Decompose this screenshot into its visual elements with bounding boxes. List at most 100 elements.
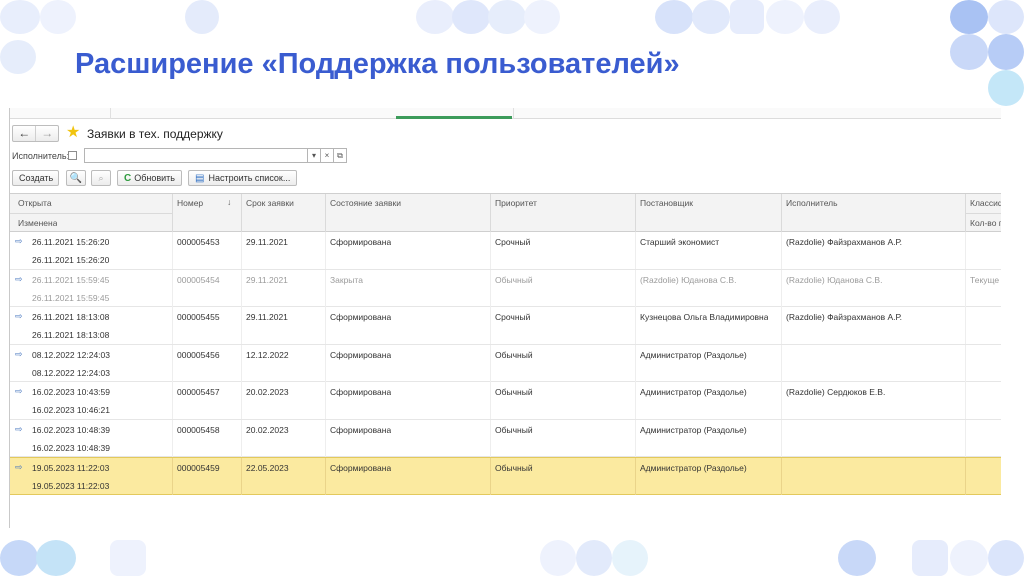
column-separator[interactable] [241,194,242,232]
cell-separator [490,307,491,344]
executor-filter-checkbox[interactable] [68,151,77,160]
header-state[interactable]: Состояние заявки [330,198,401,208]
refresh-label: Обновить [134,173,175,183]
cell-priority: Обычный [495,274,533,285]
cell-state: Сформирована [330,312,392,322]
table-row[interactable]: ⇨ 16.02.2023 10:48:39 16.02.2023 10:48:39 0… [10,419,1001,457]
table-row[interactable]: ⇨ 26.11.2021 18:13:08 26.11.2021 18:13:08 0… [10,307,1001,345]
cell-priority: Обычный [495,387,533,397]
cell-separator [241,307,242,344]
cell-separator [241,458,242,495]
cell-separator [965,419,966,457]
request-status-icon: ⇨ [15,236,23,246]
cell-separator [241,344,242,382]
cell-due: 12.12.2022 [246,349,289,360]
decor-circle [950,0,988,34]
column-separator[interactable] [635,194,636,232]
cell-separator [172,232,173,269]
header-number[interactable]: Номер [177,198,203,208]
executor-filter-input[interactable] [84,148,308,163]
header-classification[interactable]: Классиф [970,198,1001,208]
cell-separator [781,458,782,495]
cell-separator [172,344,173,382]
cell-separator [635,269,636,307]
column-separator[interactable] [172,194,173,232]
header-changed[interactable]: Изменена [18,218,57,228]
decor-circle [0,40,36,74]
cell-separator [241,269,242,307]
decor-circle [950,540,988,576]
cell-author: Старший экономист [640,237,720,247]
cell-author: (Razdolie) Юданова С.В. [640,274,737,285]
cell-changed: 08.12.2022 12:24:03 [32,367,110,378]
decor-circle [0,0,40,34]
table-row[interactable]: ⇨ 19.05.2023 11:22:03 19.05.2023 11:22:03 0… [10,457,1001,495]
cell-priority: Срочный [495,312,531,322]
request-status-icon: ⇨ [15,273,23,284]
search-glyph: 🔍 [69,173,83,184]
dropdown-icon[interactable]: ▾ [308,148,321,163]
table-row[interactable]: ⇨ 16.02.2023 10:43:59 16.02.2023 10:46:21 0… [10,382,1001,420]
request-status-icon: ⇨ [15,311,23,321]
table-row[interactable]: ⇨ 26.11.2021 15:59:45 26.11.2021 15:59:45 0… [10,269,1001,307]
refresh-button[interactable]: C Обновить [117,170,182,186]
search-icon[interactable]: 🔍 [66,170,86,186]
cell-separator [781,307,782,344]
cell-author: Администратор (Раздолье) [640,463,747,473]
clear-icon[interactable]: × [321,148,334,163]
cell-separator [325,232,326,269]
cell-separator [965,344,966,382]
cell-separator [490,382,491,419]
cell-separator [965,382,966,419]
decor-circle [540,540,576,576]
cell-separator [635,232,636,269]
header-author[interactable]: Постановщик [640,198,693,208]
forward-arrow-icon[interactable]: → [35,126,58,141]
cell-state: Сформирована [330,424,392,435]
header-count[interactable]: Кол-во п [970,218,1001,228]
column-separator[interactable] [490,194,491,232]
cell-changed: 16.02.2023 10:48:39 [32,442,110,453]
cell-author: Администратор (Раздолье) [640,349,747,360]
header-priority[interactable]: Приоритет [495,198,537,208]
configure-list-label: Настроить список... [208,173,291,183]
cell-due: 22.05.2023 [246,463,289,473]
executor-filter: Исполнитель: ▾ × ⧉ [10,148,410,164]
cell-separator [635,307,636,344]
tab-separator [110,108,111,119]
header-executor[interactable]: Исполнитель [786,198,838,208]
cell-separator [965,269,966,307]
back-arrow-icon[interactable]: ← [13,126,35,141]
favorite-star-icon[interactable]: ★ [66,124,80,142]
column-separator[interactable] [325,194,326,232]
cell-state: Сформирована [330,387,392,397]
cell-separator [635,344,636,382]
cell-number: 000005453 [177,237,220,247]
decor-circle [766,0,804,34]
table-row[interactable]: ⇨ 26.11.2021 15:26:20 26.11.2021 15:26:20 0… [10,232,1001,270]
decor-circle [36,540,76,576]
open-icon[interactable]: ⧉ [334,148,347,163]
table-row[interactable]: ⇨ 08.12.2022 12:24:03 08.12.2022 12:24:03 0… [10,344,1001,382]
cancel-search-icon[interactable]: ⌕ [91,170,111,186]
cell-number: 000005456 [177,349,220,360]
cell-separator [172,307,173,344]
cell-executor: (Razdolie) Юданова С.В. [786,274,883,285]
cell-priority: Обычный [495,424,533,435]
cell-number: 000005458 [177,424,220,435]
decor-circle [692,0,730,34]
header-due[interactable]: Срок заявки [246,198,294,208]
configure-list-button[interactable]: ▤ Настроить список... [188,170,298,186]
cell-due: 20.02.2023 [246,387,289,397]
header-opened[interactable]: Открыта [18,198,52,208]
active-tab-indicator[interactable] [396,116,512,119]
cell-executor: (Razdolie) Файзрахманов А.Р. [786,312,902,322]
cell-opened: 08.12.2022 12:24:03 [32,349,110,360]
cell-separator [781,382,782,419]
create-button[interactable]: Создать [12,170,59,186]
cell-separator [325,307,326,344]
request-status-icon: ⇨ [15,423,23,434]
decor-circle [452,0,490,34]
decor-circle [988,70,1024,106]
column-separator[interactable] [781,194,782,232]
